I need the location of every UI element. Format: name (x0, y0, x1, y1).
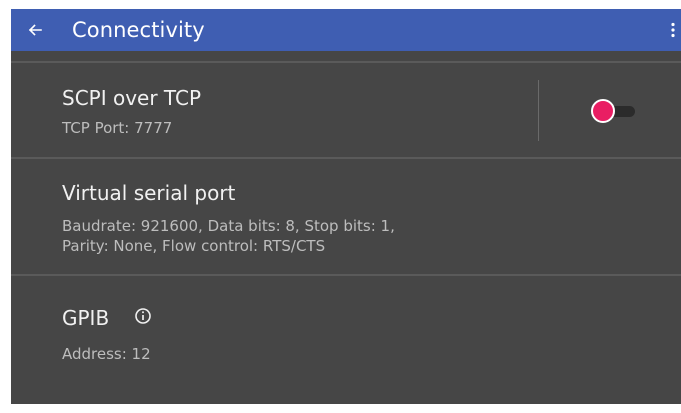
setting-subtitle: TCP Port: 7777 (62, 119, 173, 137)
setting-subtitle: Address: 12 (62, 345, 151, 363)
app-bar: Connectivity (11, 9, 681, 51)
setting-title: GPIB (62, 306, 110, 330)
arrow-left-icon (28, 24, 42, 36)
setting-gpib[interactable]: GPIB Address: 12 (11, 276, 681, 386)
setting-title: SCPI over TCP (62, 86, 202, 110)
info-icon[interactable] (134, 307, 152, 325)
settings-screen: Connectivity SCPI over TCP TCP Port: 777… (11, 9, 681, 404)
back-button[interactable] (23, 18, 47, 42)
setting-title: Virtual serial port (62, 181, 236, 205)
switch-thumb (591, 99, 615, 123)
overflow-menu-button[interactable] (667, 18, 679, 42)
setting-subtitle-line1: Baudrate: 921600, Data bits: 8, Stop bit… (62, 217, 395, 235)
page-title: Connectivity (72, 18, 205, 42)
setting-scpi-over-tcp[interactable]: SCPI over TCP TCP Port: 7777 (11, 63, 681, 157)
setting-subtitle-line2: Parity: None, Flow control: RTS/CTS (62, 237, 326, 255)
setting-virtual-serial-port[interactable]: Virtual serial port Baudrate: 921600, Da… (11, 159, 681, 274)
scpi-toggle-switch[interactable] (591, 98, 637, 124)
more-vert-icon (671, 22, 675, 38)
vertical-separator (538, 80, 539, 141)
